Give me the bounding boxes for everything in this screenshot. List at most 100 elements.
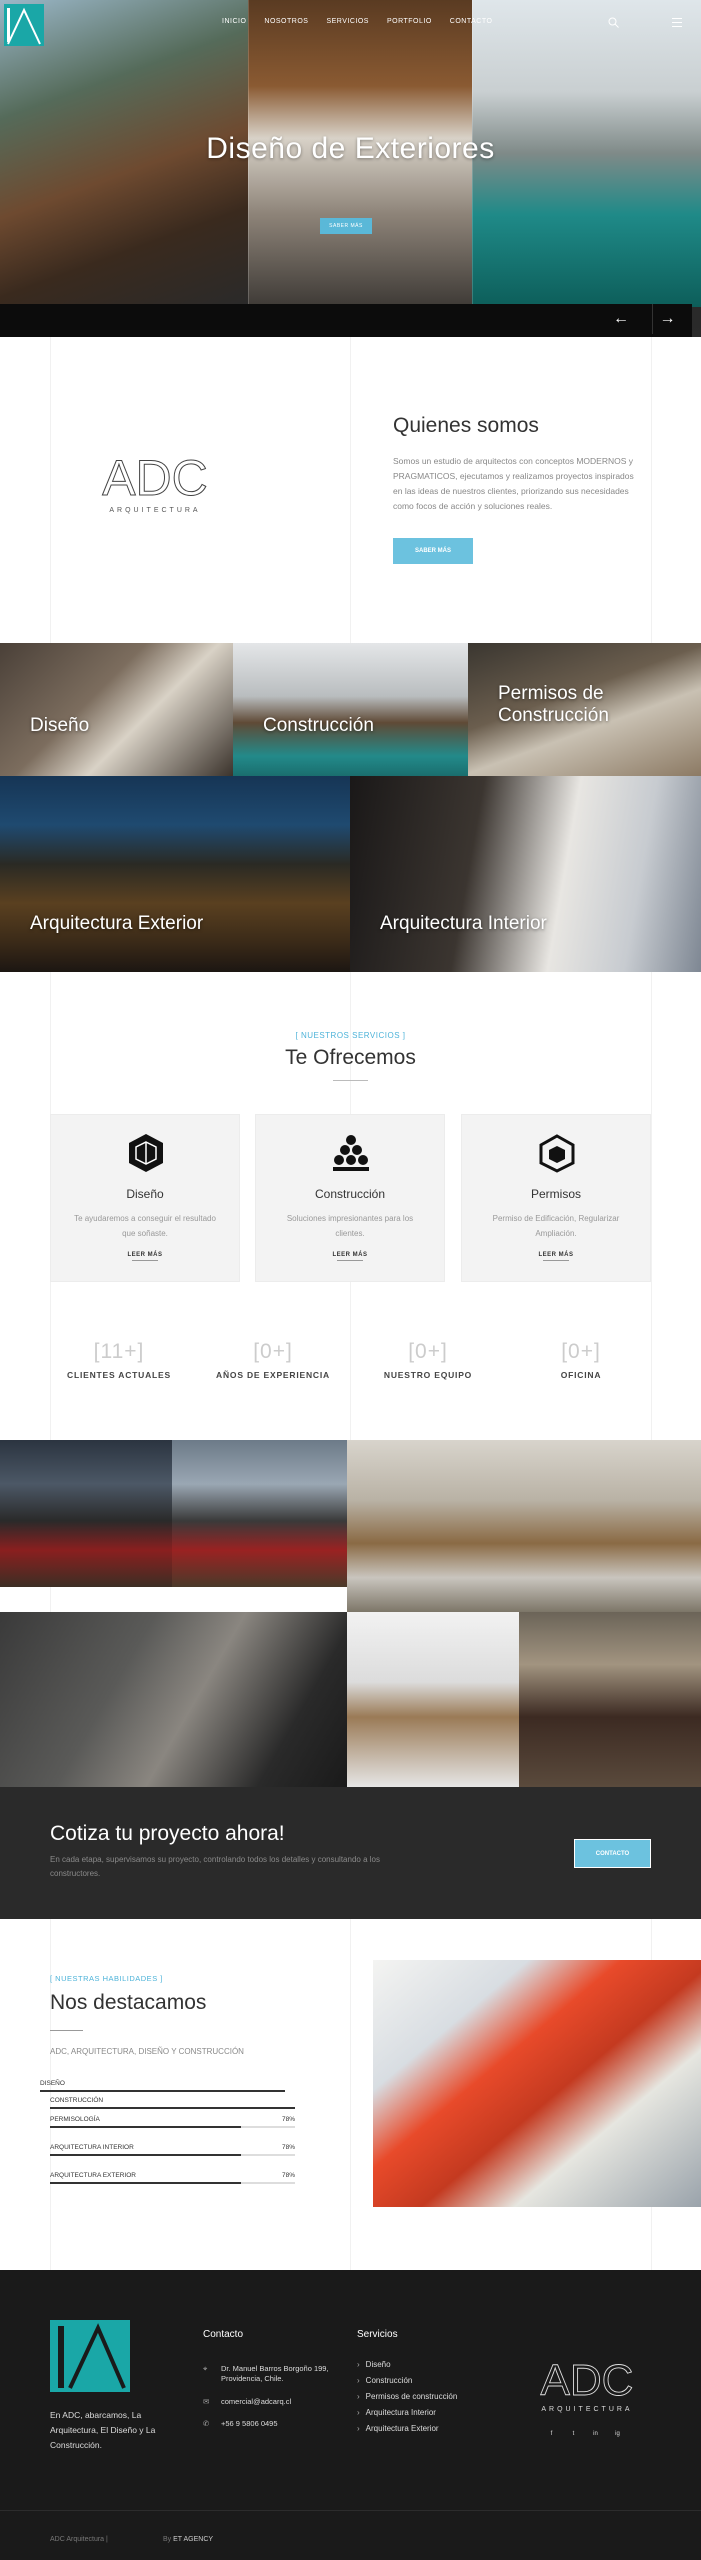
footer-phone[interactable]: ✆ +56 9 5806 0495 [203, 2419, 278, 2429]
category-construccion[interactable]: Construcción [233, 643, 468, 776]
footer-logo-icon[interactable] [50, 2320, 130, 2392]
svg-text:ADC: ADC [102, 455, 208, 506]
skill-fill [50, 2126, 242, 2128]
skill-label: ARQUITECTURA INTERIOR [50, 2144, 134, 2151]
read-more-link[interactable]: LEER MÁS [51, 1252, 239, 1261]
card-title: Construcción [314, 1187, 386, 1201]
service-card-permisos: Permisos Permiso de Edificación, Regular… [461, 1114, 651, 1282]
slider-prev-icon[interactable]: ← [606, 304, 636, 334]
contact-button[interactable]: CONTACTO [574, 1839, 651, 1868]
gallery-image[interactable] [0, 1440, 172, 1587]
nav-item-contacto[interactable]: CONTACTO [450, 18, 493, 25]
nav-item-portfolio[interactable]: PORTFOLIO [387, 18, 432, 25]
gallery-image[interactable] [172, 1440, 347, 1587]
category-diseno[interactable]: Diseño [0, 643, 233, 776]
instagram-icon[interactable]: ig [611, 2428, 624, 2441]
nav-item-inicio[interactable]: INICIO [222, 18, 246, 25]
quote-text: En cada etapa, supervisamos su proyecto,… [50, 1855, 380, 1878]
linkedin-icon[interactable]: in [589, 2428, 602, 2441]
footer-service-link[interactable]: Construcción [357, 2376, 413, 2385]
skill-label: DISEÑO [40, 2080, 65, 2087]
divider [248, 0, 249, 337]
skill-bar: ARQUITECTURA EXTERIOR 78% [50, 2172, 295, 2184]
menu-icon[interactable] [672, 18, 682, 27]
skill-bar: PERMISOLOGÍA 78% [50, 2116, 295, 2128]
nav-item-nosotros[interactable]: NOSOTROS [264, 18, 308, 25]
counter-office: [0+] OFICINA [511, 1340, 651, 1380]
category-arquitectura-interior[interactable]: Arquitectura Interior [350, 776, 701, 972]
category-label: Construcción [263, 715, 374, 736]
skill-fill [40, 2090, 285, 2092]
facebook-icon[interactable]: f [545, 2428, 558, 2441]
nav-item-servicios[interactable]: SERVICIOS [326, 18, 369, 25]
skills-photo [373, 1960, 701, 2207]
footer-service-link[interactable]: Arquitectura Interior [357, 2408, 436, 2417]
email-text[interactable]: comercial@adcarq.cl [221, 2397, 291, 2406]
phone-icon: ✆ [203, 2419, 210, 2428]
gallery-image[interactable] [347, 1440, 701, 1612]
adc-logo-icon[interactable] [4, 4, 44, 46]
svg-text:ARQUITECTURA: ARQUITECTURA [109, 507, 200, 514]
search-icon[interactable] [608, 17, 619, 28]
category-label: Permisos de Construcción [498, 683, 609, 726]
counter-value: [0+] [408, 1340, 448, 1363]
footer-service-link[interactable]: Arquitectura Exterior [357, 2424, 439, 2433]
counter-value: [11+] [93, 1340, 145, 1363]
mail-icon: ✉ [203, 2397, 210, 2406]
counter-clients: [11+] CLIENTES ACTUALES [49, 1340, 189, 1380]
hero-title: Diseño de Exteriores [206, 132, 495, 165]
gallery-image[interactable] [0, 1612, 347, 1787]
counter-team: [0+] NUESTRO EQUIPO [358, 1340, 498, 1380]
counter-value: [0+] [253, 1340, 293, 1363]
card-desc: Te ayudaremos a conseguir el resultado q… [74, 1214, 216, 1238]
services-tag: [ NUESTROS SERVICIOS ] [295, 1031, 406, 1040]
quote-title: Cotiza tu proyecto ahora! [50, 1822, 285, 1845]
twitter-icon[interactable]: t [567, 2428, 580, 2441]
credits-prefix: By [163, 2536, 172, 2543]
title-rule [333, 1080, 368, 1081]
slider-bar [0, 304, 692, 337]
counter-label: AÑOS DE EXPERIENCIA [216, 1370, 330, 1380]
read-more-link[interactable]: LEER MÁS [256, 1252, 444, 1261]
skill-bar: ARQUITECTURA INTERIOR 78% [50, 2144, 295, 2156]
category-label: Arquitectura Interior [380, 913, 547, 934]
skills-tag: [ NUESTRAS HABILIDADES ] [50, 1974, 163, 1983]
agency-link[interactable]: ET AGENCY [173, 2536, 213, 2543]
category-arquitectura-exterior[interactable]: Arquitectura Exterior [0, 776, 350, 972]
category-label: Arquitectura Exterior [30, 913, 204, 934]
footer-service-link[interactable]: Permisos de construcción [357, 2392, 458, 2401]
skill-bar: DISEÑO [40, 2080, 285, 2092]
slider-next-icon[interactable]: → [652, 304, 682, 334]
category-label: Diseño [30, 715, 90, 736]
gallery-image[interactable] [519, 1612, 701, 1787]
cube-icon [539, 1134, 575, 1173]
card-title: Diseño [126, 1187, 164, 1201]
main-nav: INICIO NOSOTROS SERVICIOS PORTFOLIO CONT… [222, 18, 492, 25]
skill-percent: 78% [281, 2144, 295, 2151]
card-title: Permisos [530, 1187, 581, 1201]
footer-email[interactable]: ✉ comercial@adcarq.cl [203, 2397, 291, 2407]
footer-divider [0, 2510, 701, 2511]
about-more-button[interactable]: SABER MÁS [393, 538, 473, 564]
phone-text[interactable]: +56 9 5806 0495 [221, 2419, 278, 2428]
services-title: Te Ofrecemos [285, 1046, 416, 1069]
footer-services-title: Servicios [357, 2329, 398, 2340]
about-text: Somos un estudio de arquitectos con conc… [393, 456, 634, 511]
footer-service-link[interactable]: Diseño [357, 2360, 391, 2369]
guide-line [350, 337, 351, 2270]
counter-value: [0+] [561, 1340, 601, 1363]
counter-years: [0+] AÑOS DE EXPERIENCIA [203, 1340, 343, 1380]
counter-label: OFICINA [560, 1370, 602, 1380]
title-rule [50, 2030, 83, 2031]
skill-label: CONSTRUCCIÓN [50, 2097, 104, 2104]
hero-button[interactable]: SABER MÁS [320, 218, 372, 234]
location-icon: ⌖ [203, 2364, 208, 2373]
category-permisos[interactable]: Permisos de Construcción [468, 643, 701, 776]
gallery-image[interactable] [347, 1612, 519, 1787]
footer-adc-logo: ADC ARQUITECTURA [540, 2356, 634, 2413]
read-more-link[interactable]: LEER MÁS [462, 1252, 650, 1261]
skill-fill [50, 2154, 242, 2156]
skill-label: PERMISOLOGÍA [50, 2116, 100, 2123]
copyright: ADC Arquitectura | [50, 2536, 108, 2543]
address-text: Dr. Manuel Barros Borgoño 199, Providenc… [221, 2364, 329, 2383]
